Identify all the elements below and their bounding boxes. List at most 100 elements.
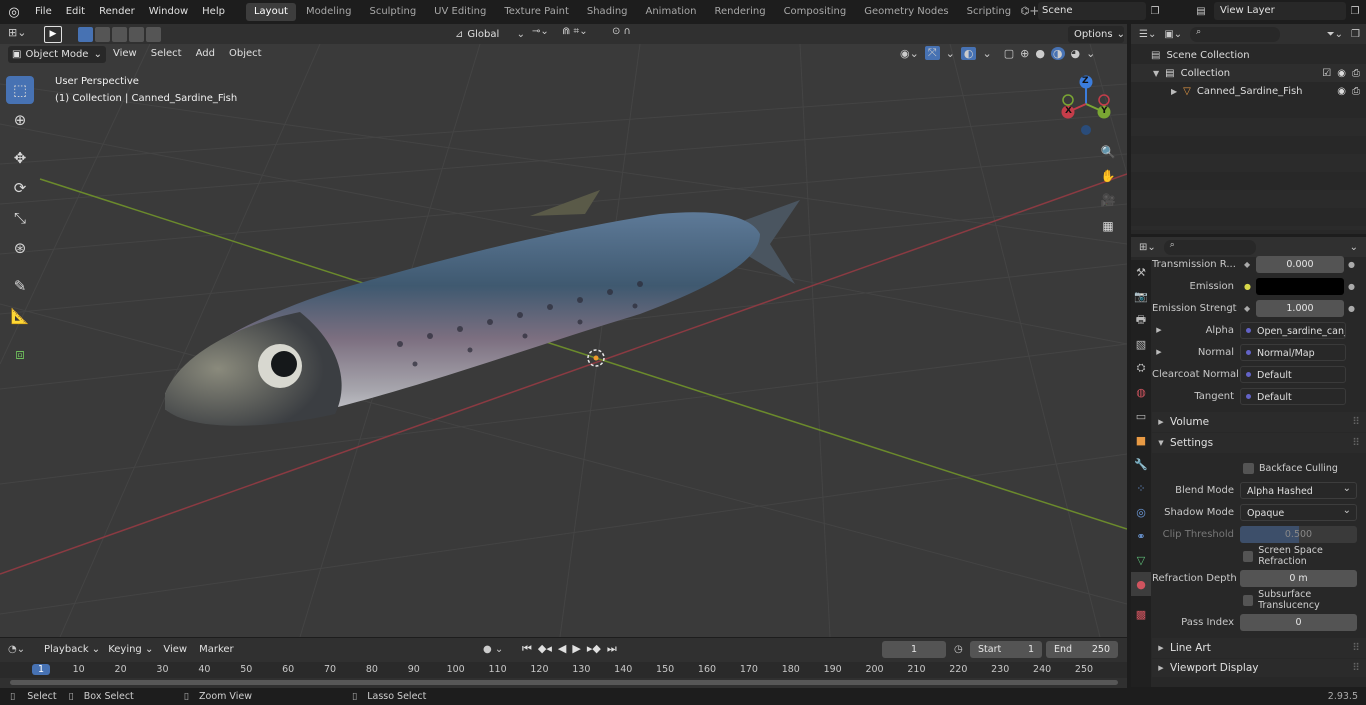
clearcoat-normal-field[interactable]: Default <box>1240 365 1346 383</box>
tangent-field[interactable]: Default <box>1240 387 1346 405</box>
eye-icon[interactable]: ◉ <box>1337 86 1346 97</box>
annotate-tool-icon[interactable]: ✎ <box>6 272 34 300</box>
socket-dot-icon[interactable]: ◆ <box>1244 304 1252 313</box>
select-tool-icon[interactable]: ▶ <box>44 26 62 43</box>
tab-uv-editing[interactable]: UV Editing <box>426 3 494 21</box>
rotate-tool-icon[interactable]: ⟳ <box>6 174 34 202</box>
outliner-row-scene-collection[interactable]: ▤ Scene Collection <box>1131 46 1366 64</box>
end-frame-field[interactable]: End 250 <box>1046 640 1118 658</box>
particles-tab-icon[interactable]: ⁘ <box>1131 476 1151 500</box>
transform-tool-icon[interactable]: ⊛ <box>6 234 34 262</box>
menu-file[interactable]: File <box>28 0 59 24</box>
physics-tab-icon[interactable]: ◎ <box>1131 500 1151 524</box>
shadow-mode-dropdown[interactable]: Opaque <box>1240 502 1357 521</box>
solid-shading-icon[interactable]: ● <box>1035 47 1045 60</box>
camera-icon[interactable]: ⎙ <box>1352 68 1366 79</box>
outliner-row-collection[interactable]: ▼ ▤ Collection ☑ ◉ ⎙ <box>1131 64 1366 82</box>
chevron-right-icon[interactable]: ▶ <box>1152 348 1166 356</box>
navigation-gizmo[interactable]: Z Y X <box>1056 74 1116 136</box>
select-invert-icon[interactable] <box>129 27 144 42</box>
normal-link-field[interactable]: Normal/Map <box>1240 343 1346 361</box>
select-box-tool-icon[interactable]: ⬚ <box>6 76 34 104</box>
auto-keying-icon[interactable]: ● ⌄ <box>483 644 503 655</box>
volume-section-header[interactable]: ▶ Volume ⠿ <box>1152 412 1366 432</box>
chevron-down-icon[interactable]: ⌄ <box>1086 47 1095 60</box>
select-subtract-icon[interactable] <box>112 27 127 42</box>
include-checkbox-icon[interactable]: ☑ <box>1322 68 1331 79</box>
chevron-down-icon[interactable]: ⌄ <box>982 47 991 60</box>
3d-viewport[interactable] <box>0 44 1127 637</box>
chevron-down-icon[interactable]: ▼ <box>1153 69 1159 78</box>
selection-mode-icons[interactable] <box>78 27 162 42</box>
cursor-tool-icon[interactable]: ⊕ <box>6 106 34 134</box>
tab-compositing[interactable]: Compositing <box>776 3 855 21</box>
pivot-point-icon[interactable]: ⊸⌄ <box>532 26 554 42</box>
scale-tool-icon[interactable]: ⤡ <box>6 204 34 232</box>
add-cube-tool-icon[interactable]: ⧈ <box>6 340 34 368</box>
camera-icon[interactable]: ⎙ <box>1352 86 1366 97</box>
timeline-menu-playback[interactable]: Playback ⌄ <box>44 644 100 655</box>
socket-dot-icon[interactable]: ◆ <box>1244 260 1252 269</box>
visibility-icon[interactable]: ◉⌄ <box>900 47 919 60</box>
chevron-right-icon[interactable]: ▶ <box>1152 326 1166 334</box>
tab-shading[interactable]: Shading <box>579 3 636 21</box>
menu-render[interactable]: Render <box>92 0 142 24</box>
move-tool-icon[interactable]: ✥ <box>6 144 34 172</box>
camera-view-icon[interactable]: 🎥 <box>1097 189 1119 211</box>
settings-section-header[interactable]: ▼ Settings ⠿ <box>1152 433 1366 453</box>
tab-animation[interactable]: Animation <box>638 3 705 21</box>
mode-dropdown[interactable]: ▣ Object Mode ⌄ <box>8 45 106 63</box>
drag-handle-icon[interactable]: ⠿ <box>1352 642 1366 654</box>
play-icon[interactable]: ▶ <box>572 642 580 656</box>
new-scene-icon[interactable]: ❐ <box>1146 6 1164 17</box>
new-collection-icon[interactable]: ❐ <box>1351 29 1366 40</box>
timeline-scrollbar[interactable] <box>10 680 1118 685</box>
scene-name-field[interactable]: Scene <box>1038 2 1146 20</box>
transform-orientation-dropdown[interactable]: ⊿ Global ⌄ <box>455 26 525 42</box>
xray-icon[interactable]: ▢ <box>1004 47 1014 60</box>
zoom-view-icon[interactable]: 🔍 <box>1097 141 1119 163</box>
tab-rendering[interactable]: Rendering <box>706 3 773 21</box>
viewport-menu-object[interactable]: Object <box>222 44 269 64</box>
select-extend-icon[interactable] <box>95 27 110 42</box>
prev-keyframe-icon[interactable]: ◆◂ <box>538 642 552 656</box>
render-tab-icon[interactable]: 📷 <box>1131 284 1151 308</box>
rendered-shading-icon[interactable]: ◕ <box>1071 47 1081 60</box>
next-keyframe-icon[interactable]: ▸◆ <box>587 642 601 656</box>
overlay-toggle-icon[interactable]: ◐ <box>960 46 977 60</box>
timeline-menu-marker[interactable]: Marker <box>199 644 234 655</box>
chevron-down-icon[interactable]: ⌄ <box>1350 242 1366 253</box>
viewport-display-section-header[interactable]: ▶ Viewport Display ⠿ <box>1152 659 1366 677</box>
material-tab-icon[interactable]: ● <box>1131 572 1151 596</box>
world-tab-icon[interactable]: ◍ <box>1131 380 1151 404</box>
keyframe-dot-icon[interactable]: ● <box>1348 304 1356 313</box>
display-mode-icon[interactable]: ▣⌄ <box>1164 29 1182 40</box>
drag-handle-icon[interactable]: ⠿ <box>1352 416 1366 428</box>
editor-type-button[interactable]: ⊞⌄ <box>8 26 34 42</box>
tab-layout[interactable]: Layout <box>245 3 296 21</box>
editor-type-icon[interactable]: ☰⌄ <box>1139 29 1156 40</box>
outliner-row-object[interactable]: ▶ ▽ Canned_Sardine_Fish ◉ ⎙ <box>1131 82 1366 100</box>
tab-geometry-nodes[interactable]: Geometry Nodes <box>856 3 956 21</box>
chevron-right-icon[interactable]: ▶ <box>1171 87 1177 96</box>
outliner-search-input[interactable]: ⌕ <box>1190 26 1281 42</box>
jump-start-icon[interactable]: ⏮ <box>522 642 532 656</box>
menu-help[interactable]: Help <box>195 0 232 24</box>
socket-dot-icon[interactable]: ● <box>1244 282 1252 291</box>
clock-icon[interactable]: ◷ <box>954 644 963 655</box>
view-layer-tab-icon[interactable]: ▧ <box>1131 332 1151 356</box>
menu-edit[interactable]: Edit <box>59 0 92 24</box>
drag-handle-icon[interactable]: ⠿ <box>1352 437 1366 449</box>
tab-texture-paint[interactable]: Texture Paint <box>496 3 577 21</box>
chevron-down-icon[interactable]: ⌄ <box>946 47 955 60</box>
screen-space-refraction-row[interactable]: Screen Space Refraction <box>1152 545 1366 567</box>
backface-culling-checkbox[interactable] <box>1243 462 1254 474</box>
keyframe-dot-icon[interactable]: ● <box>1348 260 1356 269</box>
options-dropdown[interactable]: Options ⌄ <box>1068 26 1125 43</box>
viewport-menu-add[interactable]: Add <box>189 44 222 64</box>
clip-threshold-slider[interactable]: 0.500 <box>1240 525 1357 543</box>
tab-scripting[interactable]: Scripting <box>959 3 1019 21</box>
viewport-menu-view[interactable]: View <box>106 44 144 64</box>
frame-ruler[interactable]: 1 10 20 30 40 50 60 70 80 90 100 110 120 130 140 150 160… <box>0 662 1127 678</box>
material-shading-icon[interactable]: ◑ <box>1050 46 1065 60</box>
